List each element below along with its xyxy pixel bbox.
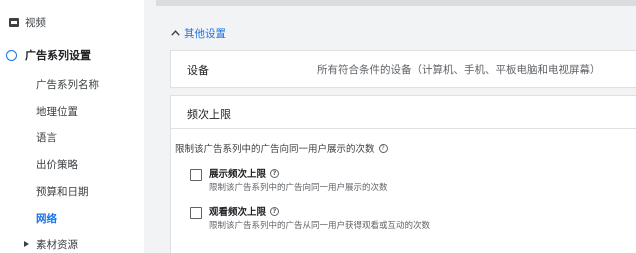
top-divider xyxy=(156,0,636,6)
help-icon[interactable]: ? xyxy=(270,206,280,216)
frequency-cap-header: 频次上限 xyxy=(171,96,636,129)
sidebar-item-bid-strategy[interactable]: 出价策略 xyxy=(36,157,78,173)
device-value: 所有符合条件的设备（计算机、手机、平板电脑和电视屏幕） xyxy=(317,64,601,76)
other-settings-label: 其他设置 xyxy=(184,27,226,40)
impression-cap-checkbox[interactable] xyxy=(190,169,202,181)
sidebar-item-label: 素材资源 xyxy=(36,238,78,251)
sidebar-item-campaign-name[interactable]: 广告系列名称 xyxy=(36,77,99,93)
frequency-cap-panel: 频次上限 限制该广告系列中的广告向同一用户展示的次数 ? 展示频次上限 ? 限制… xyxy=(170,95,636,253)
help-icon[interactable]: ? xyxy=(378,143,388,153)
view-cap-description: 限制该广告系列中的广告从同一用户获得观看或互动的次数 xyxy=(209,221,431,231)
sidebar-item-budget-dates[interactable]: 预算和日期 xyxy=(36,184,89,200)
help-icon[interactable]: ? xyxy=(270,168,280,178)
impression-cap-title-text: 展示频次上限 xyxy=(209,169,267,180)
sidebar-item-language[interactable]: 语言 xyxy=(36,130,57,146)
view-cap-title-text: 观看频次上限 xyxy=(209,207,267,218)
view-cap-checkbox[interactable] xyxy=(190,207,202,219)
view-cap-title: 观看频次上限 ? xyxy=(209,204,280,218)
video-icon xyxy=(9,17,19,27)
sidebar: 视频 广告系列设置 广告系列名称 地理位置 语言 出价策略 预算和日期 网络 素… xyxy=(0,0,144,253)
sidebar-item-location[interactable]: 地理位置 xyxy=(36,104,78,120)
frequency-cap-title: 频次上限 xyxy=(187,108,231,121)
triangle-right-icon xyxy=(24,241,29,247)
sidebar-item-video[interactable]: 视频 xyxy=(9,14,46,30)
sidebar-item-network[interactable]: 网络 xyxy=(36,211,57,227)
sidebar-section-label: 广告系列设置 xyxy=(25,49,91,62)
other-settings-link[interactable]: 其他设置 xyxy=(171,25,226,41)
impression-cap-title: 展示频次上限 ? xyxy=(209,166,280,180)
frequency-cap-description-text: 限制该广告系列中的广告向同一用户展示的次数 xyxy=(175,144,375,155)
circle-icon xyxy=(6,49,17,61)
sidebar-item-assets[interactable]: 素材资源 xyxy=(24,236,78,252)
chevron-up-icon xyxy=(171,30,180,36)
frequency-cap-description: 限制该广告系列中的广告向同一用户展示的次数 ? xyxy=(175,141,388,155)
sidebar-section-campaign-settings[interactable]: 广告系列设置 xyxy=(6,46,91,64)
impression-cap-description: 限制该广告系列中的广告向同一用户展示的次数 xyxy=(209,183,388,193)
device-label: 设备 xyxy=(187,64,209,77)
device-setting-row[interactable]: 设备 所有符合条件的设备（计算机、手机、平板电脑和电视屏幕） xyxy=(170,50,636,88)
sidebar-item-label: 视频 xyxy=(25,16,46,29)
